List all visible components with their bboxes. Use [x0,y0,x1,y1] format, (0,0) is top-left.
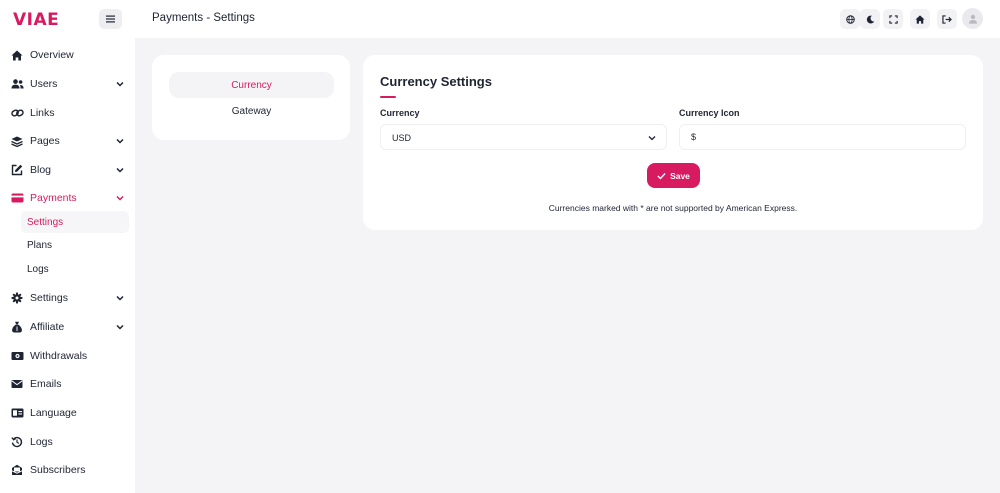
pages-icon [10,134,24,148]
chevron-down-icon [116,81,124,87]
sidebar-item-users[interactable]: Users [6,72,129,96]
dark-mode-toggle[interactable] [860,9,880,29]
user-icon [968,14,977,24]
currency-settings-card: Currency Settings Currency USD Currency … [363,55,983,230]
currency-icon-label: Currency Icon [679,108,740,118]
sidebar-subitem-logs[interactable]: Logs [21,258,129,280]
history-icon [10,435,24,449]
credit-card-icon [10,191,24,205]
fullscreen-icon [888,14,898,24]
currency-label: Currency [380,108,420,118]
chevron-down-icon [648,136,656,141]
users-icon [10,77,24,91]
sidebar-subitem-label: Plans [27,239,53,251]
sidebar-item-label: Pages [30,135,60,147]
sidebar-item-payments[interactable]: Payments [6,186,129,210]
chevron-down-icon [116,324,124,330]
sidebar-subitem-settings[interactable]: Settings [21,211,129,233]
settings-tabs-card: Currency Gateway [152,55,350,140]
sidebar-item-pages[interactable]: Pages [6,129,129,153]
save-button[interactable]: Save [647,163,700,188]
sidebar-item-settings[interactable]: Settings [6,286,129,310]
sidebar-item-blog[interactable]: Blog [6,158,129,182]
sidebar-item-language[interactable]: Language [6,401,129,425]
sidebar: VIAE Overview Users Links Pages Blog Pay… [0,0,135,493]
sidebar-item-label: Blog [30,164,52,176]
money-bag-icon [10,320,24,334]
inbox-icon [10,463,24,477]
sidebar-item-label: Payments [30,192,77,204]
sidebar-item-withdrawals[interactable]: Withdrawals [6,344,129,368]
sidebar-subitem-label: Logs [27,263,49,275]
home-icon [915,14,925,24]
sidebar-item-emails[interactable]: Emails [6,372,129,396]
chevron-down-icon [116,295,124,301]
sidebar-subitem-plans[interactable]: Plans [21,234,129,256]
sidebar-subitem-label: Settings [27,216,64,228]
chevron-down-icon [116,195,124,201]
sidebar-item-affiliate[interactable]: Affiliate [6,315,129,339]
currency-icon-input[interactable] [679,124,966,150]
language-icon [10,406,24,420]
top-bar: Payments - Settings [135,0,1000,38]
home-button[interactable] [910,9,930,29]
sidebar-item-label: Settings [30,292,68,304]
fullscreen-button[interactable] [883,9,903,29]
logo-text: VIAE [13,10,60,30]
tab-gateway[interactable]: Gateway [169,98,334,124]
check-icon [657,172,666,180]
brand-logo[interactable]: VIAE [13,10,59,30]
tab-currency[interactable]: Currency [169,72,334,98]
menu-toggle-button[interactable] [99,9,122,29]
sidebar-item-label: Logs [30,436,53,448]
language-button[interactable] [840,9,860,29]
globe-icon [845,14,855,24]
sidebar-item-label: Subscribers [30,464,86,476]
sidebar-item-label: Overview [30,49,74,61]
sidebar-item-subscribers[interactable]: Subscribers [6,458,129,482]
home-icon [10,48,24,62]
chevron-down-icon [116,167,124,173]
logout-icon [942,14,952,24]
banknote-icon [10,349,24,363]
page-title: Payments - Settings [152,12,255,24]
currency-select[interactable]: USD [380,124,667,150]
sidebar-item-label: Language [30,407,77,419]
edit-icon [10,163,24,177]
sidebar-item-logs[interactable]: Logs [6,430,129,454]
sidebar-item-links[interactable]: Links [6,101,129,125]
moon-icon [866,15,874,24]
save-button-label: Save [670,170,690,181]
logout-button[interactable] [937,9,957,29]
sidebar-item-label: Emails [30,378,62,390]
sidebar-item-label: Users [30,78,58,90]
envelope-icon [10,377,24,391]
currency-select-value: USD [392,133,412,143]
sidebar-item-label: Withdrawals [30,350,88,362]
title-underline [380,96,396,98]
sidebar-item-overview[interactable]: Overview [6,43,129,67]
user-avatar[interactable] [962,8,983,29]
card-title: Currency Settings [380,74,492,89]
link-icon [10,106,24,120]
amex-note: Currencies marked with * are not support… [548,203,798,213]
sidebar-item-label: Affiliate [30,321,65,333]
hamburger-icon [106,15,115,23]
chevron-down-icon [116,138,124,144]
sidebar-item-label: Links [30,107,55,119]
gear-icon [10,291,24,305]
